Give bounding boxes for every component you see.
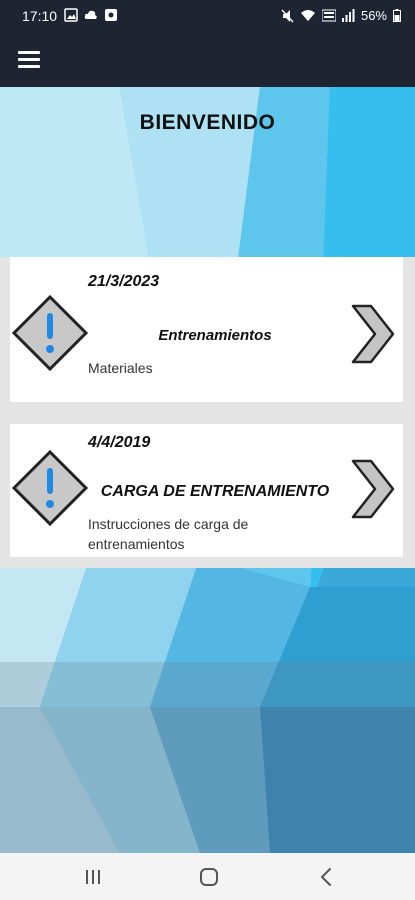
- status-time: 17:10: [22, 8, 58, 24]
- page-title: BIENVENIDO: [139, 111, 276, 134]
- home-icon[interactable]: [194, 864, 224, 890]
- item-date: 4/4/2019: [88, 434, 151, 451]
- signal-icon: [341, 9, 355, 22]
- status-system-icons: 56%: [281, 8, 401, 23]
- item-date: 21/3/2023: [88, 273, 160, 290]
- chevron-right-icon[interactable]: [351, 459, 395, 519]
- status-notification-icons: [64, 8, 118, 22]
- item-description: Materiales: [88, 360, 153, 376]
- list-item[interactable]: 21/3/2023 Entrenamientos Materiales: [10, 257, 403, 402]
- status-bar: 17:10 56%: [0, 0, 415, 32]
- hamburger-menu-icon[interactable]: [12, 43, 46, 75]
- item-title: CARGA DE ENTRENAMIENTO: [100, 483, 330, 500]
- recents-icon[interactable]: [78, 864, 108, 890]
- volte-icon: [321, 9, 336, 22]
- back-icon[interactable]: [312, 864, 342, 890]
- system-nav-bar: [0, 853, 415, 900]
- app-bar: [0, 32, 415, 87]
- app-notification-icon: [105, 9, 117, 21]
- wifi-icon: [300, 10, 315, 21]
- battery-percentage: 56%: [360, 8, 387, 23]
- item-description: Instrucciones de carga de entrenamientos: [88, 516, 249, 552]
- list-item[interactable]: 4/4/2019 CARGA DE ENTRENAMIENTO Instrucc…: [10, 424, 403, 557]
- cloud-icon: [84, 10, 97, 19]
- item-title: Entrenamientos: [158, 327, 272, 344]
- main-content: BIENVENIDO 21/3/2023 Entrenamientos Mate…: [0, 87, 415, 853]
- mute-icon: [281, 9, 294, 22]
- battery-icon: [393, 9, 401, 22]
- image-icon: [64, 8, 78, 22]
- news-list: 21/3/2023 Entrenamientos Materiales 4/4/…: [0, 257, 415, 568]
- chevron-right-icon[interactable]: [351, 304, 395, 364]
